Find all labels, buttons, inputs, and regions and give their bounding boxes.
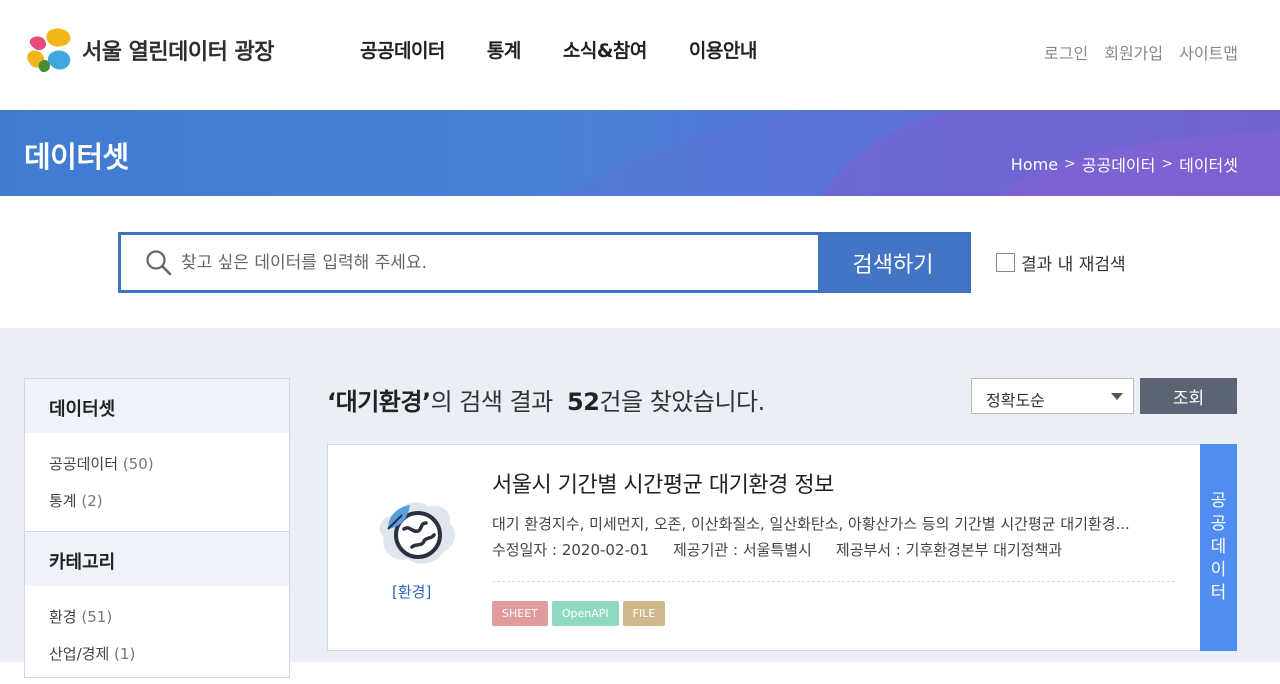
filter-item-statistics[interactable]: 통계 (2) <box>49 490 265 511</box>
breadcrumb-dataset[interactable]: 데이터셋 <box>1179 152 1238 176</box>
sort-select[interactable]: 정확도순 <box>971 378 1134 414</box>
filter-item-public-data[interactable]: 공공데이터 (50) <box>49 453 265 474</box>
sidebar-category-title: 카테고리 <box>25 532 289 586</box>
nav-item-guide[interactable]: 이용안내 <box>689 36 757 63</box>
site-header: 서울 열린데이터 광장 공공데이터 통계 소식&참여 이용안내 로그인 회원가입… <box>0 0 1280 110</box>
caret-down-icon <box>1111 393 1123 400</box>
breadcrumb-home[interactable]: Home <box>1011 155 1058 174</box>
format-tags: SHEET OpenAPI FILE <box>492 601 669 626</box>
search-query: 대기환경 <box>335 388 423 416</box>
chevron-right-icon: > <box>1064 156 1076 172</box>
meta-value: 서울특별시 <box>742 541 812 559</box>
filter-label: 통계 <box>49 492 77 510</box>
type-char: 공 <box>1210 491 1227 512</box>
filter-item-industry[interactable]: 산업/경제 (1) <box>49 643 265 664</box>
logo-icon <box>27 28 71 73</box>
meta-value: 기후환경본부 대기정책과 <box>905 541 1063 559</box>
quote-close: ’ <box>421 388 431 416</box>
card-description: 대기 환경지수, 미세먼지, 오존, 이산화질소, 일산화탄소, 아황산가스 등… <box>492 515 1130 533</box>
filter-item-environment[interactable]: 환경 (51) <box>49 606 265 627</box>
result-text-mid: 의 검색 결과 <box>430 388 554 416</box>
filter-count: (2) <box>81 492 103 510</box>
card-category[interactable]: [환경] <box>392 581 431 602</box>
sitemap-link[interactable]: 사이트맵 <box>1179 40 1238 64</box>
tag-file: FILE <box>622 601 666 626</box>
sidebar-dataset-title: 데이터셋 <box>25 379 289 433</box>
chevron-right-icon: > <box>1161 156 1174 172</box>
search-box: 검색하기 <box>118 232 971 293</box>
meta-label: 수정일자 : <box>492 541 558 559</box>
type-char: 데 <box>1210 537 1227 558</box>
card-title[interactable]: 서울시 기간별 시간평균 대기환경 정보 <box>492 467 834 499</box>
type-char: 터 <box>1210 582 1227 603</box>
dataset-card[interactable]: [환경] 서울시 기간별 시간평균 대기환경 정보 대기 환경지수, 미세먼지,… <box>327 444 1237 651</box>
type-char: 공 <box>1210 514 1227 535</box>
research-label: 결과 내 재검색 <box>1021 255 1126 275</box>
sort-value: 정확도순 <box>986 391 1045 410</box>
search-input[interactable] <box>181 243 811 283</box>
content-area: 데이터셋 공공데이터 (50) 통계 (2) 카테고리 환경 (51) 산업/경… <box>0 328 1280 678</box>
result-text-end: 건을 찾았습니다. <box>599 388 765 416</box>
category-filter-list: 환경 (51) 산업/경제 (1) <box>25 586 289 684</box>
search-button[interactable]: 검색하기 <box>818 235 968 290</box>
sort-submit-button[interactable]: 조회 <box>1140 378 1237 414</box>
filter-label: 산업/경제 <box>49 645 110 663</box>
type-char: 이 <box>1210 559 1227 580</box>
nav-item-statistics[interactable]: 통계 <box>487 36 521 63</box>
tag-openapi: OpenAPI <box>551 601 619 626</box>
meta-department: 제공부서 : 기후환경본부 대기정책과 <box>836 539 1062 560</box>
nav-item-news[interactable]: 소식&참여 <box>563 36 648 63</box>
filter-count: (1) <box>114 645 136 663</box>
util-menu: 로그인 회원가입 사이트맵 <box>1028 40 1238 64</box>
meta-label: 제공기관 : <box>673 541 739 559</box>
search-area: 검색하기 결과 내 재검색 <box>0 196 1280 328</box>
site-name: 서울 열린데이터 광장 <box>82 40 274 65</box>
result-count: 52 <box>567 388 600 416</box>
environment-globe-icon <box>379 502 455 564</box>
research-toggle[interactable]: 결과 내 재검색 <box>996 250 1126 275</box>
card-meta: 수정일자 : 2020-02-01 제공기관 : 서울특별시 제공부서 : 기후… <box>492 539 1086 560</box>
filter-sidebar: 데이터셋 공공데이터 (50) 통계 (2) 카테고리 환경 (51) 산업/경… <box>24 378 290 678</box>
card-type-label: 공 공 데 이 터 <box>1200 444 1237 651</box>
signup-link[interactable]: 회원가입 <box>1104 40 1163 64</box>
breadcrumb-public-data[interactable]: 공공데이터 <box>1082 152 1156 176</box>
filter-count: (51) <box>81 608 113 626</box>
filter-label: 환경 <box>49 608 77 626</box>
search-icon <box>146 250 172 276</box>
quote-open: ‘ <box>327 388 336 416</box>
meta-value: 2020-02-01 <box>561 541 649 559</box>
filter-label: 공공데이터 <box>49 455 119 473</box>
dataset-filter-list: 공공데이터 (50) 통계 (2) <box>25 433 289 531</box>
page-banner: 데이터셋 Home > 공공데이터 > 데이터셋 <box>0 110 1280 196</box>
breadcrumb: Home > 공공데이터 > 데이터셋 <box>1011 152 1238 176</box>
tag-sheet: SHEET <box>492 601 548 626</box>
main-nav: 공공데이터 통계 소식&참여 이용안내 <box>360 36 799 63</box>
meta-provider: 제공기관 : 서울특별시 <box>673 539 812 560</box>
result-summary: ‘대기환경’의 검색 결과 52건을 찾았습니다. <box>327 382 765 417</box>
meta-modified: 수정일자 : 2020-02-01 <box>492 539 649 560</box>
site-logo[interactable]: 서울 열린데이터 광장 <box>24 26 274 74</box>
filter-count: (50) <box>122 455 154 473</box>
login-link[interactable]: 로그인 <box>1044 40 1088 64</box>
page-title: 데이터셋 <box>24 140 129 174</box>
divider <box>492 581 1175 582</box>
nav-item-public-data[interactable]: 공공데이터 <box>360 36 445 63</box>
meta-label: 제공부서 : <box>835 541 901 559</box>
research-checkbox[interactable] <box>996 253 1015 272</box>
